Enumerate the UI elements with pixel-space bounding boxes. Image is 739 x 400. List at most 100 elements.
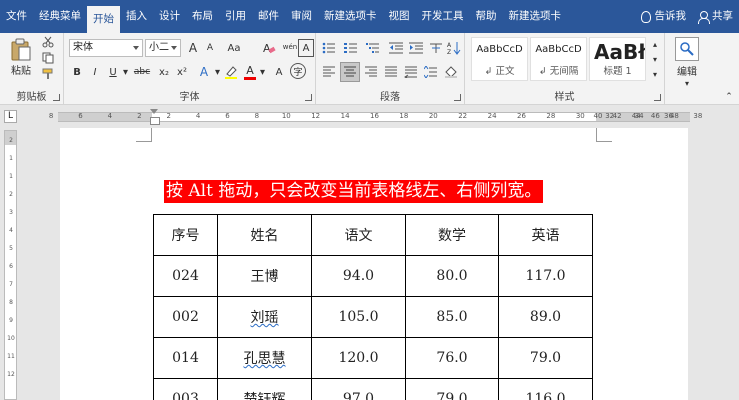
tab-layout[interactable]: 布局	[186, 0, 219, 33]
table-cell[interactable]: 97.0	[311, 378, 406, 400]
decrease-indent-icon[interactable]	[388, 39, 404, 57]
editing-button[interactable]: 编辑 ▾	[673, 35, 701, 89]
tab-selector[interactable]: L	[4, 110, 17, 123]
styles-launcher-icon[interactable]	[654, 94, 661, 101]
styles-more-icon[interactable]: ▾	[649, 67, 661, 81]
table-cell[interactable]: 116.0	[498, 378, 593, 400]
table-cell[interactable]: 024	[153, 255, 218, 297]
enclose-char-icon[interactable]: 字	[290, 63, 306, 79]
indent-marker[interactable]	[150, 109, 160, 125]
table-cell[interactable]: 79.0	[498, 337, 593, 379]
highlight-icon[interactable]	[222, 63, 240, 81]
paste-button[interactable]: 粘贴	[6, 35, 36, 79]
style-no-spacing[interactable]: AaBbCcD ↲ 无间隔	[530, 37, 587, 81]
paragraph-launcher-icon[interactable]	[454, 94, 461, 101]
multilevel-list-icon[interactable]	[364, 39, 382, 57]
document-page[interactable]: 按 Alt 拖动，只会改变当前表格线左、右侧列宽。 序号 姓名 语文 数学 英语…	[60, 128, 688, 400]
tab-mailings[interactable]: 邮件	[252, 0, 285, 33]
tab-help[interactable]: 帮助	[470, 0, 503, 33]
tab-design[interactable]: 设计	[153, 0, 186, 33]
table-cell[interactable]: 王博	[217, 255, 312, 297]
increase-indent-icon[interactable]	[408, 39, 424, 57]
table-header-cell[interactable]: 英语	[498, 214, 593, 256]
justify-icon[interactable]	[382, 63, 400, 81]
format-painter-icon[interactable]	[40, 67, 56, 81]
char-border-icon[interactable]: A	[298, 39, 314, 57]
cut-icon[interactable]	[40, 35, 56, 49]
bullets-icon[interactable]	[320, 39, 338, 57]
line-spacing-icon[interactable]	[422, 63, 440, 81]
table-header-cell[interactable]: 序号	[153, 214, 218, 256]
clipboard-launcher-icon[interactable]	[53, 94, 60, 101]
table-header-cell[interactable]: 语文	[311, 214, 406, 256]
shading-icon[interactable]	[442, 63, 460, 81]
shrink-font-button[interactable]: A	[202, 39, 218, 57]
font-launcher-icon[interactable]	[305, 94, 312, 101]
table-cell[interactable]: 105.0	[311, 296, 406, 338]
font-color-icon[interactable]: A	[242, 63, 258, 81]
tab-references[interactable]: 引用	[219, 0, 252, 33]
copy-icon[interactable]	[40, 51, 56, 65]
table-cell[interactable]: 003	[153, 378, 218, 400]
table-cell[interactable]: 76.0	[405, 337, 499, 379]
tab-developer[interactable]: 开发工具	[416, 0, 470, 33]
table-cell[interactable]: 刘瑶	[217, 296, 312, 338]
tab-new-1[interactable]: 新建选项卡	[318, 0, 383, 33]
italic-button[interactable]: I	[88, 63, 102, 81]
grow-font-button[interactable]: A	[185, 39, 201, 57]
tab-file[interactable]: 文件	[0, 0, 33, 33]
distributed-icon[interactable]	[402, 63, 420, 81]
numbering-icon[interactable]	[342, 39, 360, 57]
table-header-cell[interactable]: 数学	[405, 214, 499, 256]
underline-button[interactable]: U	[106, 63, 120, 81]
collapse-ribbon-icon[interactable]: ⌃	[723, 91, 735, 103]
bold-button[interactable]: B	[70, 63, 84, 81]
phonetic-guide-button[interactable]: wén	[280, 37, 300, 57]
chevron-down-icon[interactable]: ▾	[122, 63, 129, 81]
share-button[interactable]: 共享	[692, 0, 739, 33]
align-right-icon[interactable]	[362, 63, 380, 81]
document-heading[interactable]: 按 Alt 拖动，只会改变当前表格线左、右侧列宽。	[164, 180, 544, 203]
superscript-button[interactable]: x²	[174, 63, 190, 81]
tab-classic-menu[interactable]: 经典菜单	[33, 0, 87, 33]
table-cell[interactable]: 117.0	[498, 255, 593, 297]
tab-new-2[interactable]: 新建选项卡	[503, 0, 568, 33]
font-size-combo[interactable]: 小二	[145, 39, 181, 57]
table-cell[interactable]: 002	[153, 296, 218, 338]
chinese-layout-icon[interactable]	[428, 39, 444, 57]
table-cell[interactable]: 孔思慧	[217, 337, 312, 379]
styles-scroll-down-icon[interactable]: ▾	[649, 52, 661, 66]
subscript-button[interactable]: x₂	[156, 63, 172, 81]
chevron-down-icon	[171, 46, 177, 50]
table-cell[interactable]: 楚钰辉	[217, 378, 312, 400]
tell-me-button[interactable]: 告诉我	[635, 0, 693, 33]
change-case-button[interactable]: Aa	[224, 39, 244, 57]
align-left-icon[interactable]	[320, 63, 338, 81]
text-effects-icon[interactable]: A	[196, 63, 212, 81]
table-cell[interactable]: 120.0	[311, 337, 406, 379]
table-cell[interactable]: 85.0	[405, 296, 499, 338]
tab-insert[interactable]: 插入	[120, 0, 153, 33]
score-table[interactable]: 序号 姓名 语文 数学 英语 024 王博 94.0 80.0 117.0 00…	[153, 214, 593, 400]
chevron-down-icon[interactable]: ▾	[214, 63, 221, 81]
clear-format-icon[interactable]: A	[260, 39, 278, 57]
table-cell[interactable]: 79.0	[405, 378, 499, 400]
chevron-down-icon[interactable]: ▾	[259, 63, 266, 81]
table-header-cell[interactable]: 姓名	[217, 214, 312, 256]
font-name-combo[interactable]: 宋体	[69, 39, 143, 57]
sort-icon[interactable]: AZ	[446, 39, 462, 57]
table-cell[interactable]: 80.0	[405, 255, 499, 297]
horizontal-ruler[interactable]: L 8 6 4 2 2 4 6 8 10 12 14 16 18 20 22 24 26 28 30 32 34 36 38…	[0, 106, 739, 128]
table-cell[interactable]: 89.0	[498, 296, 593, 338]
styles-scroll-up-icon[interactable]: ▴	[649, 37, 661, 51]
strikethrough-button[interactable]: abc	[131, 63, 153, 81]
tab-view[interactable]: 视图	[383, 0, 416, 33]
style-heading-1[interactable]: AaBł 标题 1	[589, 37, 646, 81]
tab-review[interactable]: 审阅	[285, 0, 318, 33]
align-center-icon[interactable]	[340, 62, 360, 82]
font-shade-icon[interactable]: A	[272, 63, 286, 81]
style-normal[interactable]: AaBbCcD ↲ 正文	[471, 37, 528, 81]
tab-home[interactable]: 开始	[87, 6, 120, 33]
table-cell[interactable]: 94.0	[311, 255, 406, 297]
table-cell[interactable]: 014	[153, 337, 218, 379]
